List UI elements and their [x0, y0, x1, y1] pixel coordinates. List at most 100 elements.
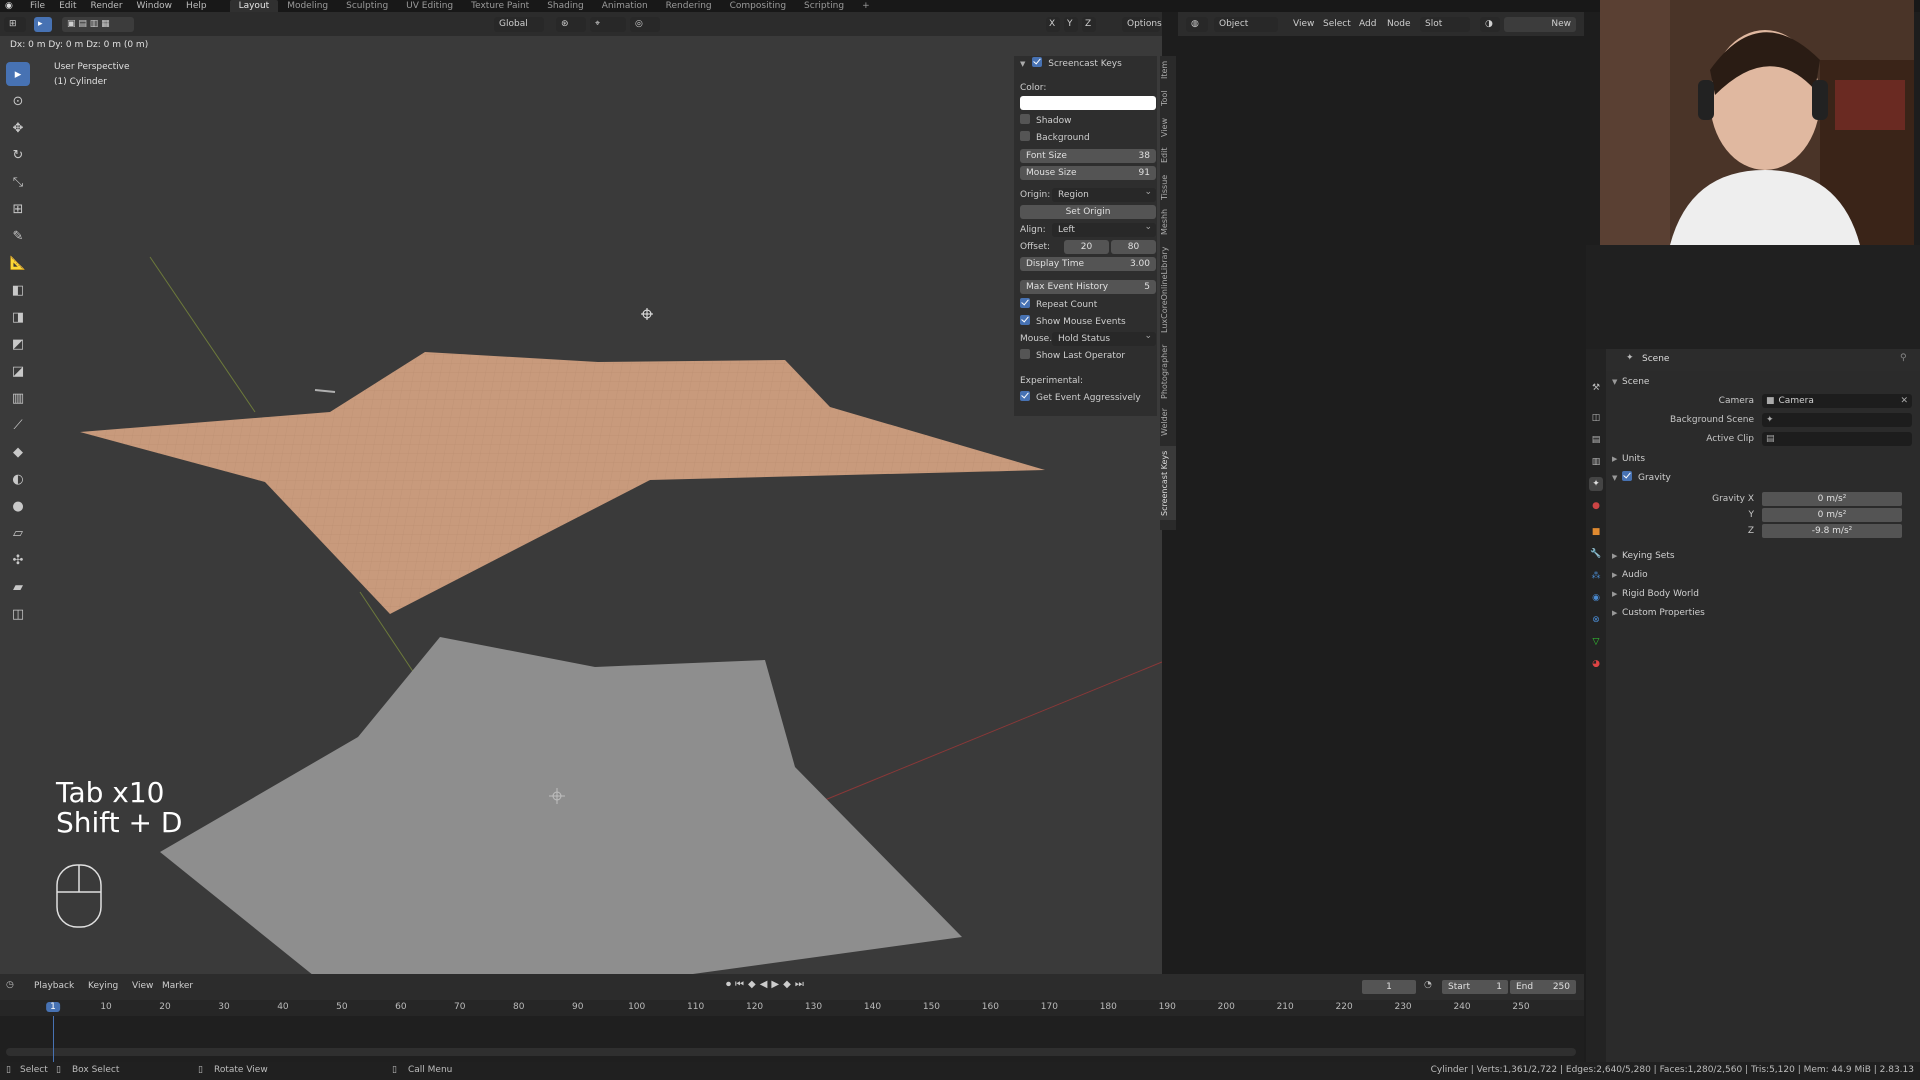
rotate-tool-icon[interactable]: ↻ — [6, 143, 30, 167]
shear-tool-icon[interactable]: ▰ — [6, 575, 30, 599]
material-icon[interactable]: ◑ — [1480, 17, 1500, 32]
menu-keying[interactable]: Keying — [88, 981, 118, 991]
add-workspace-button[interactable]: + — [853, 0, 879, 12]
prev-keyframe-icon[interactable]: ◆ — [748, 979, 756, 990]
current-frame-field[interactable]: 1 — [1362, 980, 1416, 994]
clear-icon[interactable]: ✕ — [1900, 394, 1908, 408]
offset-y-field[interactable]: 80 — [1111, 240, 1156, 254]
select-mode-icon[interactable]: ▸ — [34, 17, 52, 32]
collapse-icon[interactable]: ▼ — [1020, 60, 1025, 68]
mirror-axis-x[interactable]: X — [1046, 17, 1060, 32]
material-tab-icon[interactable]: ◕ — [1589, 657, 1603, 671]
editor-type-icon[interactable]: ⊞ — [4, 17, 26, 32]
tab-meshh[interactable]: Meshh — [1160, 206, 1176, 238]
tab-tissue[interactable]: Tissue — [1160, 172, 1176, 202]
max-event-history-field[interactable]: Max Event History 5 — [1020, 280, 1156, 294]
edge-slide-tool-icon[interactable]: ▱ — [6, 521, 30, 545]
node-editor-canvas[interactable] — [1178, 36, 1584, 974]
repeat-count-checkbox[interactable] — [1020, 298, 1030, 308]
keying-sets-header[interactable]: ▶ Keying Sets — [1612, 549, 1675, 563]
inset-tool-icon[interactable]: ◩ — [6, 332, 30, 356]
get-event-row[interactable]: Get Event Aggressively — [1020, 391, 1156, 405]
pivot-icon[interactable]: ⊛ — [556, 17, 586, 32]
smooth-tool-icon[interactable]: ● — [6, 494, 30, 518]
mouse-mode-dropdown[interactable]: Hold Status — [1052, 329, 1156, 346]
object-mode-dropdown[interactable]: Object — [1214, 17, 1278, 32]
offset-x-field[interactable]: 20 — [1064, 240, 1109, 254]
bevel-tool-icon[interactable]: ◪ — [6, 359, 30, 383]
play-icon[interactable]: ▶ — [771, 979, 779, 990]
shadow-row[interactable]: Shadow — [1020, 114, 1156, 128]
menu-render[interactable]: Render — [84, 1, 130, 11]
tab-scripting[interactable]: Scripting — [795, 0, 853, 12]
tab-tool[interactable]: Tool — [1160, 86, 1176, 110]
selection-mode-icons[interactable]: ▣ ▤ ▥ ▦ — [62, 17, 134, 32]
blender-logo-icon[interactable]: ◉ — [5, 1, 17, 11]
menu-window[interactable]: Window — [130, 1, 180, 11]
spin-tool-icon[interactable]: ◐ — [6, 467, 30, 491]
tab-photographer[interactable]: Photographer — [1160, 342, 1176, 402]
origin-dropdown[interactable]: Region — [1052, 185, 1156, 202]
timeline-editor-type-icon[interactable]: ◷ — [6, 980, 14, 990]
gravity-section-header[interactable]: ▼ Gravity — [1612, 471, 1671, 485]
mirror-axis-y[interactable]: Y — [1064, 17, 1078, 32]
menu-playback[interactable]: Playback — [34, 981, 74, 991]
menu-help[interactable]: Help — [179, 1, 214, 11]
repeat-count-row[interactable]: Repeat Count — [1020, 298, 1156, 312]
tab-animation[interactable]: Animation — [593, 0, 657, 12]
set-origin-button[interactable]: Set Origin — [1020, 205, 1156, 219]
rip-tool-icon[interactable]: ◫ — [6, 602, 30, 626]
constraints-tab-icon[interactable]: ⊗ — [1589, 613, 1603, 627]
tab-uv-editing[interactable]: UV Editing — [397, 0, 462, 12]
world-tab-icon[interactable]: ● — [1589, 499, 1603, 513]
tab-modeling[interactable]: Modeling — [278, 0, 337, 12]
tool-tab-icon[interactable]: ⚒ — [1589, 381, 1603, 395]
play-reverse-icon[interactable]: ◀ — [760, 979, 768, 990]
timeline-area[interactable] — [0, 1016, 1584, 1062]
camera-field[interactable]: ■ Camera ✕ — [1762, 394, 1912, 408]
tab-view[interactable]: View — [1160, 116, 1176, 140]
background-checkbox[interactable] — [1020, 131, 1030, 141]
tab-luxcore-library[interactable]: LuxCoreOnlineLibrary — [1160, 242, 1176, 338]
font-size-field[interactable]: Font Size 38 — [1020, 149, 1156, 163]
next-keyframe-icon[interactable]: ◆ — [783, 979, 791, 990]
units-section-header[interactable]: ▶ Units — [1612, 452, 1645, 466]
node-editor-type-icon[interactable]: ◍ — [1186, 17, 1208, 32]
jump-end-icon[interactable]: ⏭ — [795, 979, 804, 990]
menu-add[interactable]: Add — [1354, 17, 1378, 32]
render-tab-icon[interactable]: ◫ — [1589, 411, 1603, 425]
show-last-operator-checkbox[interactable] — [1020, 349, 1030, 359]
menu-marker[interactable]: Marker — [162, 981, 193, 991]
menu-node[interactable]: Node — [1382, 17, 1411, 32]
tab-sculpting[interactable]: Sculpting — [337, 0, 397, 12]
tab-shading[interactable]: Shading — [538, 0, 593, 12]
menu-edit[interactable]: Edit — [52, 1, 83, 11]
object-tab-icon[interactable]: ■ — [1589, 525, 1603, 539]
rigid-body-world-header[interactable]: ▶ Rigid Body World — [1612, 587, 1699, 601]
menu-view[interactable]: View — [132, 981, 153, 991]
record-icon[interactable]: ⏺ — [726, 979, 731, 990]
jump-start-icon[interactable]: ⏮ — [735, 979, 744, 990]
menu-view[interactable]: View — [1288, 17, 1314, 32]
tab-screencast-keys[interactable]: Screencast Keys — [1160, 446, 1176, 520]
custom-properties-header[interactable]: ▶ Custom Properties — [1612, 606, 1705, 620]
show-mouse-checkbox[interactable] — [1020, 315, 1030, 325]
tab-compositing[interactable]: Compositing — [721, 0, 795, 12]
scene-tab-icon[interactable]: ✦ — [1589, 477, 1603, 491]
timeline-ruler[interactable]: 1 10 20 30 40 50 60 70 80 90 100 110 120 130 140 150 160… — [0, 1000, 1584, 1016]
get-event-checkbox[interactable] — [1020, 391, 1030, 401]
poly-build-tool-icon[interactable]: ◆ — [6, 440, 30, 464]
snap-icon[interactable]: ⌖ — [590, 17, 626, 32]
extrude-tool-icon[interactable]: ◨ — [6, 305, 30, 329]
gravity-x-field[interactable]: 0 m/s² — [1762, 492, 1902, 506]
display-time-field[interactable]: Display Time 3.00 — [1020, 257, 1156, 271]
tab-edit[interactable]: Edit — [1160, 144, 1176, 166]
scale-tool-icon[interactable]: ⤡ — [6, 170, 30, 194]
pin-icon[interactable]: ⚲ — [1900, 353, 1907, 363]
modifier-tab-icon[interactable]: 🔧 — [1589, 547, 1603, 561]
align-dropdown[interactable]: Left — [1052, 220, 1156, 237]
enable-checkbox[interactable] — [1032, 57, 1043, 67]
menu-select[interactable]: Select — [1318, 17, 1351, 32]
proportional-edit-icon[interactable]: ◎ — [630, 17, 660, 32]
3d-viewport[interactable]: User Perspective (1) Cylinder Tab x10 Sh… — [0, 12, 1162, 974]
